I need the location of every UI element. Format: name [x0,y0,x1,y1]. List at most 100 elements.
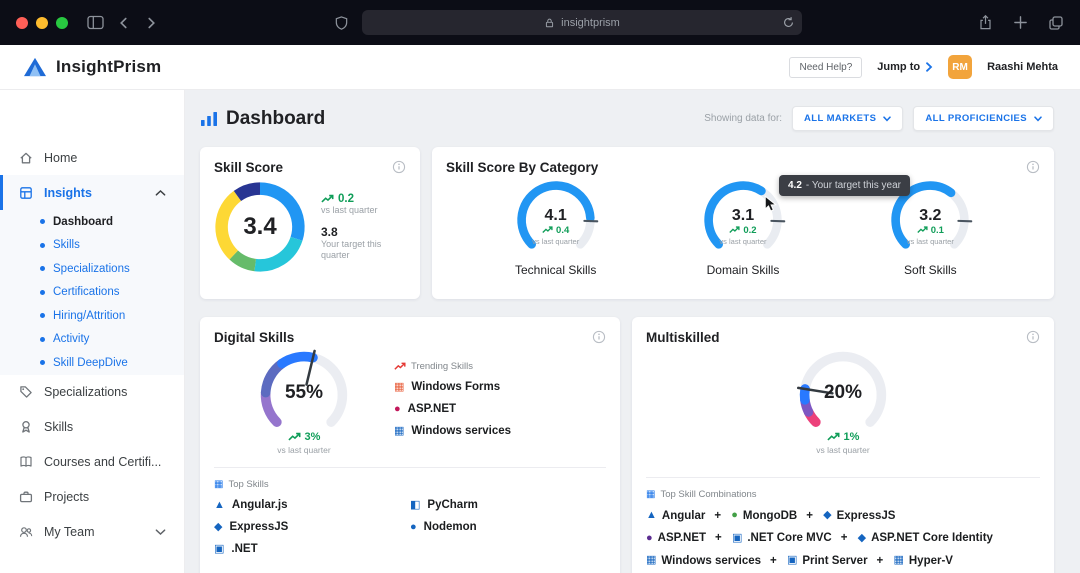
combo-skill[interactable]: ▲ Angular + [646,510,728,522]
top-skill-item[interactable]: ▲ Angular.js [214,499,410,511]
browser-actions [978,14,1064,31]
top-skill-item[interactable]: ◆ ExpressJS [214,521,410,533]
skill-label: Hyper-V [909,555,953,567]
trend-up-icon [321,194,334,204]
minimize-button[interactable] [36,17,48,29]
close-button[interactable] [16,17,28,29]
refresh-icon[interactable] [782,16,795,29]
trending-skill-item[interactable]: ▦ Windows services [394,425,606,437]
url-text: insightprism [561,17,620,29]
sidebar-subitem[interactable]: Skill DeepDive [0,351,184,375]
bullet-icon [40,360,45,365]
skill-score-delta: 0.2 [321,193,393,205]
sidebar-item-insights[interactable]: Insights [0,175,184,210]
sidebar-item-projects[interactable]: Projects [0,480,184,515]
combo-skill[interactable]: ▣ Print Server + [787,555,890,567]
markets-dropdown[interactable]: ALL MARKETS [792,106,903,131]
app-header: InsightPrism Need Help? Jump to RM Raash… [0,45,1080,90]
sidebar-subitem[interactable]: Skills [0,234,184,258]
category-gauge: 4.1 0.4 vs last quarter Technical Skills [513,177,599,277]
address-bar[interactable]: insightprism [362,10,802,35]
avatar[interactable]: RM [948,55,972,79]
new-tab-icon[interactable] [1013,15,1028,30]
window-controls [16,17,68,29]
skill-label: Angular [662,510,705,522]
trending-skill-item[interactable]: ▦ Windows Forms [394,381,606,393]
skill-score-by-category-card: Skill Score By Category 4.1 [432,147,1054,299]
book-icon [18,454,34,470]
home-icon [18,150,34,166]
skill-label: ASP.NET Core Identity [871,532,993,544]
skill-icon: ▣ [732,533,742,544]
tab-overview-icon[interactable] [1048,15,1064,31]
top-skills-col2: ◧ PyCharm ● Nodemon [410,499,606,555]
gauge-delta: 0.4 [542,225,569,236]
jump-to-button[interactable]: Jump to [877,61,933,73]
zoom-button[interactable] [56,17,68,29]
info-icon[interactable] [1026,330,1040,344]
plus-separator: + [715,532,722,544]
sidebar-subitem[interactable]: Hiring/Attrition [0,304,184,328]
gauge-label: Technical Skills [515,263,596,277]
share-icon[interactable] [978,14,993,31]
trend-up-icon [394,362,406,371]
chevron-down-icon [1034,116,1042,122]
skill-label: Print Server [802,555,867,567]
category-gauges: 4.1 0.4 vs last quarter Technical Skills [432,175,1054,277]
page-title: Dashboard [200,108,325,130]
need-help-button[interactable]: Need Help? [789,57,862,78]
forward-icon[interactable] [144,16,158,30]
user-name[interactable]: Raashi Mehta [987,61,1058,73]
sidebar-subitem[interactable]: Specializations [0,257,184,281]
combo-skill[interactable]: ● MongoDB + [731,510,820,522]
skill-combination-list: ▲ Angular + ● MongoDB + [646,509,1040,567]
combo-skill[interactable]: ▦ Windows services + [646,555,784,567]
sidebar-item-home[interactable]: Home [0,140,184,175]
info-icon[interactable] [1026,160,1040,174]
combo-skill[interactable]: ◆ ExpressJS + [823,510,895,522]
card-title: Multiskilled [646,330,720,345]
bullet-icon [40,290,45,295]
brand[interactable]: InsightPrism [22,56,161,78]
filter-bar: Showing data for: ALL MARKETS ALL PROFIC… [704,106,1054,131]
proficiencies-dropdown[interactable]: ALL PROFICIENCIES [913,106,1054,131]
top-skill-item[interactable]: ▣ .NET [214,543,410,555]
info-icon[interactable] [392,160,406,174]
combo-skill[interactable]: ◆ ASP.NET Core Identity + [858,532,993,544]
sidebar-item-courses[interactable]: Courses and Certifi... [0,445,184,480]
trending-skill-item[interactable]: ● ASP.NET [394,403,606,415]
sidebar-item-my-team[interactable]: My Team [0,515,184,550]
sidebar-item-specializations[interactable]: Specializations [0,375,184,410]
top-skill-item[interactable]: ● Nodemon [410,521,606,533]
plus-separator: + [806,510,813,522]
sidebar-item-skills[interactable]: Skills [0,410,184,445]
info-icon[interactable] [592,330,606,344]
sidebar-subitem[interactable]: Certifications [0,281,184,305]
top-skill-item[interactable]: ◧ PyCharm [410,499,606,511]
digital-skills-card: Digital Skills 55% 3% [200,317,620,573]
combo-skill[interactable]: ● ASP.NET + [646,532,729,544]
back-icon[interactable] [117,16,131,30]
brand-name: InsightPrism [56,57,161,77]
skill-icon: ◆ [214,522,222,533]
skill-icon: ● [410,522,417,533]
skill-score-card: Skill Score 3.4 0.2 vs [200,147,420,299]
skill-icon: ▲ [646,510,657,521]
shield-icon[interactable] [334,15,349,31]
combo-skill[interactable]: ▣ .NET Core MVC + [732,532,854,544]
sidebar: Home Insights Dashboard [0,90,185,573]
bar-chart-icon [200,111,218,127]
skill-label: ExpressJS [837,510,896,522]
trend-up-icon [542,226,553,234]
bullet-icon [40,313,45,318]
chevron-up-icon [155,189,166,197]
tag-icon [18,384,34,400]
skill-combination-row: ▦ Windows services + ▣ Print Server [646,554,1040,567]
grid-icon: ▦ [214,480,223,490]
plus-separator: + [841,532,848,544]
sidebar-subitem[interactable]: Dashboard [0,210,184,234]
sidebar-toggle-icon[interactable] [87,15,104,30]
combo-skill[interactable]: ▦ Hyper-V + [893,555,953,567]
sidebar-subitem[interactable]: Activity [0,328,184,352]
gauge-delta: 0.1 [917,225,944,236]
